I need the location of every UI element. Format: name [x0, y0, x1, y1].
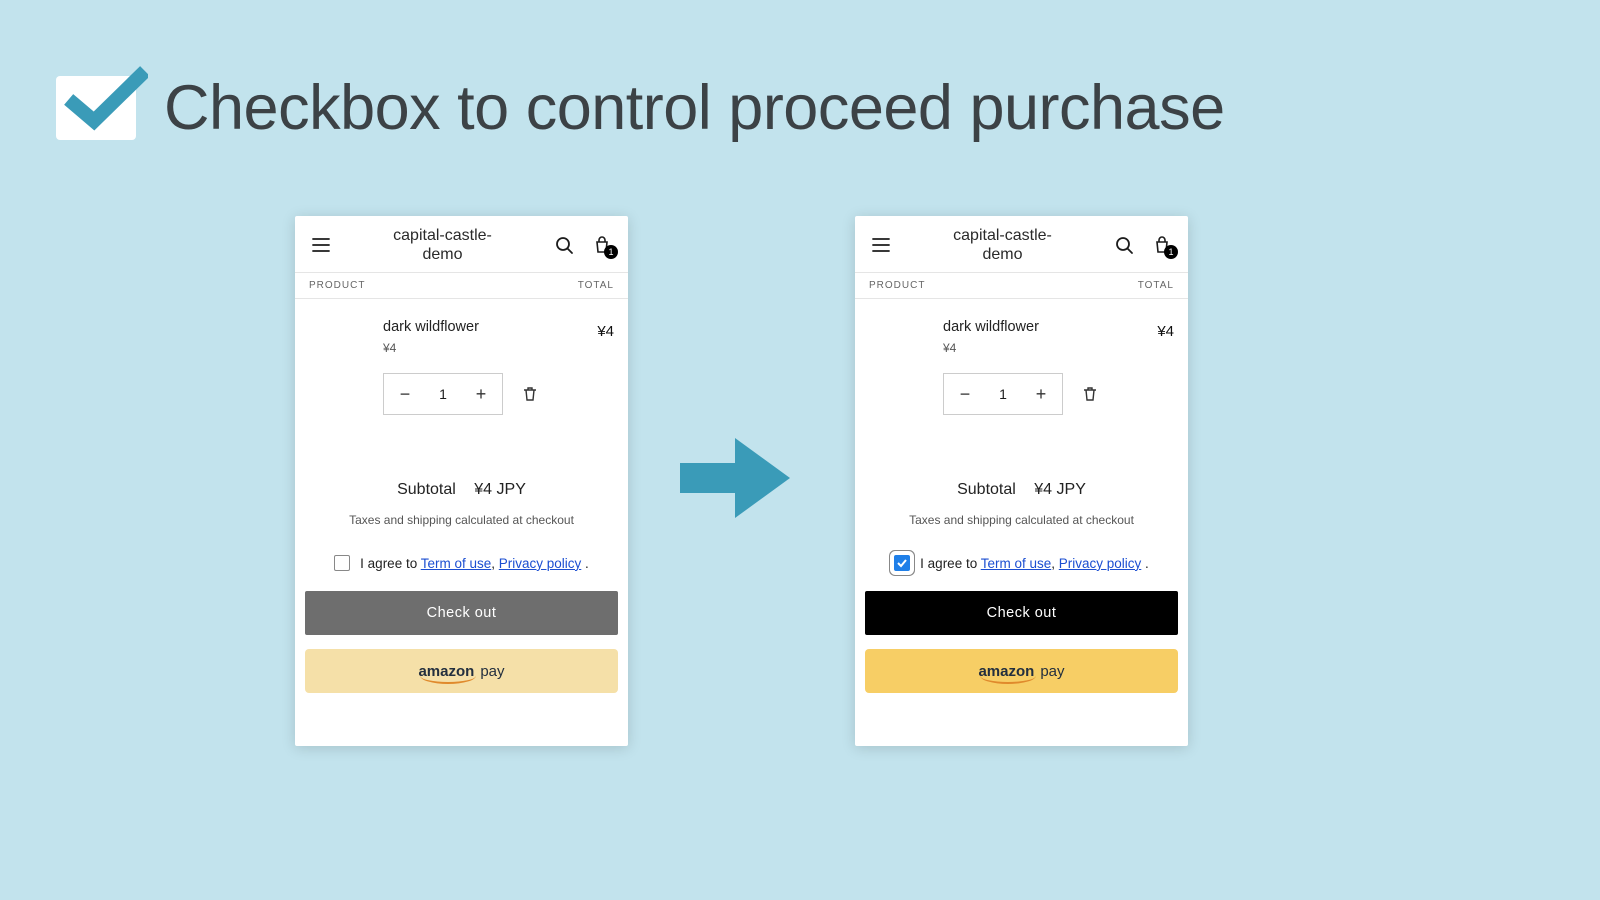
trash-icon[interactable]: [521, 385, 539, 403]
agree-checkbox[interactable]: [894, 555, 910, 571]
qty-value: 1: [986, 386, 1020, 402]
product-line-total: ¥4: [1157, 323, 1174, 340]
store-brand: capital-castle-demo: [393, 226, 492, 264]
quantity-stepper: − 1 +: [943, 373, 1063, 415]
terms-link[interactable]: Term of use: [981, 556, 1052, 571]
amazon-logo-text: amazon: [978, 663, 1034, 680]
col-total: TOTAL: [1138, 280, 1174, 291]
amazon-logo-text: amazon: [418, 663, 474, 680]
search-icon[interactable]: [1112, 233, 1136, 257]
privacy-link[interactable]: Privacy policy: [1059, 556, 1142, 571]
amazon-pay-button[interactable]: amazonpay: [305, 649, 618, 693]
cart-count-badge: 1: [604, 245, 618, 259]
tax-note: Taxes and shipping calculated at checkou…: [295, 513, 628, 527]
trash-icon[interactable]: [1081, 385, 1099, 403]
qty-increment-button[interactable]: +: [1020, 374, 1062, 414]
checkout-button[interactable]: Check out: [305, 591, 618, 635]
product-unit-price: ¥4: [943, 341, 1174, 355]
cart-table-header: PRODUCT TOTAL: [855, 272, 1188, 299]
cart-line-item: dark wildflower ¥4 ¥4 − 1 +: [295, 299, 628, 425]
agree-text: I agree to Term of use, Privacy policy .: [920, 556, 1149, 571]
checkmark-badge: [56, 76, 136, 140]
agree-row: I agree to Term of use, Privacy policy .: [855, 555, 1188, 571]
cart-line-item: dark wildflower ¥4 ¥4 − 1 +: [855, 299, 1188, 425]
product-name: dark wildflower: [943, 319, 1174, 335]
subtotal-value: ¥4 JPY: [1034, 481, 1086, 498]
cart-icon[interactable]: 1: [590, 233, 614, 257]
arrow-icon: [680, 428, 800, 533]
col-product: PRODUCT: [869, 280, 925, 291]
amazon-pay-button[interactable]: amazonpay: [865, 649, 1178, 693]
checkout-button[interactable]: Check out: [865, 591, 1178, 635]
store-topbar: capital-castle-demo 1: [855, 216, 1188, 272]
cart-table-header: PRODUCT TOTAL: [295, 272, 628, 299]
slide-header: Checkbox to control proceed purchase: [56, 72, 1225, 144]
product-unit-price: ¥4: [383, 341, 614, 355]
agree-text: I agree to Term of use, Privacy policy .: [360, 556, 589, 571]
hamburger-icon[interactable]: [869, 233, 893, 257]
qty-value: 1: [426, 386, 460, 402]
qty-decrement-button[interactable]: −: [384, 374, 426, 414]
privacy-link[interactable]: Privacy policy: [499, 556, 582, 571]
col-product: PRODUCT: [309, 280, 365, 291]
store-topbar: capital-castle-demo 1: [295, 216, 628, 272]
subtotal-label: Subtotal: [957, 481, 1016, 498]
phone-mock-before: capital-castle-demo 1 PRODUCT TOTAL dark…: [295, 216, 628, 746]
product-name: dark wildflower: [383, 319, 614, 335]
quantity-stepper: − 1 +: [383, 373, 503, 415]
cart-icon[interactable]: 1: [1150, 233, 1174, 257]
subtotal-label: Subtotal: [397, 481, 456, 498]
search-icon[interactable]: [552, 233, 576, 257]
subtotal-block: Subtotal ¥4 JPY Taxes and shipping calcu…: [855, 481, 1188, 527]
col-total: TOTAL: [578, 280, 614, 291]
tax-note: Taxes and shipping calculated at checkou…: [855, 513, 1188, 527]
subtotal-block: Subtotal ¥4 JPY Taxes and shipping calcu…: [295, 481, 628, 527]
agree-checkbox[interactable]: [334, 555, 350, 571]
store-brand: capital-castle-demo: [953, 226, 1052, 264]
product-line-total: ¥4: [597, 323, 614, 340]
cart-count-badge: 1: [1164, 245, 1178, 259]
slide-title: Checkbox to control proceed purchase: [164, 72, 1225, 144]
subtotal-value: ¥4 JPY: [474, 481, 526, 498]
terms-link[interactable]: Term of use: [421, 556, 492, 571]
phone-mock-after: capital-castle-demo 1 PRODUCT TOTAL dark…: [855, 216, 1188, 746]
qty-increment-button[interactable]: +: [460, 374, 502, 414]
hamburger-icon[interactable]: [309, 233, 333, 257]
agree-row: I agree to Term of use, Privacy policy .: [295, 555, 628, 571]
qty-decrement-button[interactable]: −: [944, 374, 986, 414]
check-icon: [62, 66, 148, 136]
